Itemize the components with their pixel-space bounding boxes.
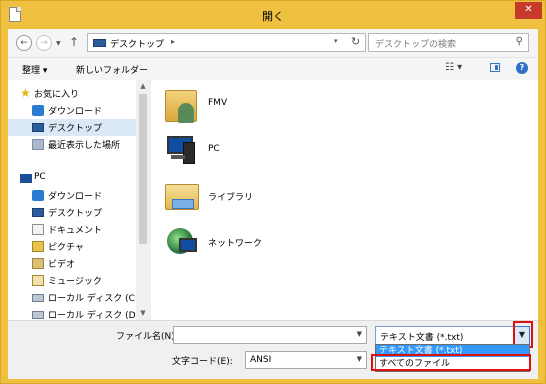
change-view-button[interactable]: ☷ ▾ — [445, 62, 462, 73]
preview-pane-icon[interactable] — [490, 63, 500, 72]
nav-favorites[interactable]: ★ お気に入り — [8, 85, 136, 102]
nav-pictures[interactable]: ピクチャ — [8, 238, 136, 255]
item-label: PC — [208, 144, 220, 154]
network-icon — [165, 224, 201, 260]
filetype-selected: テキスト文書 (*.txt) — [380, 333, 464, 343]
dialog-client: ← → ▼ ↑ デスクトップ ▸ ▾ ↻ デスクトップの検索 ⚲ 整理 ▾ 新し… — [8, 29, 538, 379]
nav-recent-places[interactable]: 最近表示した場所 — [8, 136, 136, 153]
help-icon[interactable]: ? — [516, 62, 528, 74]
nav-label: PC — [34, 172, 46, 182]
scroll-down-icon[interactable]: ▼ — [136, 309, 150, 317]
list-item-libraries[interactable]: ライブラリ — [165, 178, 365, 222]
downloads-icon — [32, 190, 44, 201]
music-icon — [32, 275, 44, 286]
close-button[interactable]: ✕ — [515, 2, 542, 19]
address-row: ← → ▼ ↑ デスクトップ ▸ ▾ ↻ デスクトップの検索 ⚲ — [8, 29, 538, 57]
desktop-icon — [32, 123, 44, 132]
nav-label: 最近表示した場所 — [48, 141, 121, 151]
navigation-pane: ★ お気に入り ダウンロード デスクトップ 最近表示した場所 PC ダウンロード… — [8, 80, 150, 320]
user-folder-icon — [165, 90, 197, 123]
videos-icon — [32, 258, 44, 269]
search-input[interactable]: デスクトップの検索 ⚲ — [368, 33, 529, 52]
chevron-down-icon[interactable]: ▼ — [357, 355, 362, 363]
drive-icon — [32, 311, 44, 319]
recent-places-icon — [32, 139, 44, 150]
nav-label: ローカル ディスク (C:) — [48, 294, 142, 304]
pc-icon — [20, 174, 32, 183]
nav-label: ダウンロード — [48, 192, 103, 202]
nav-label: ビデオ — [48, 260, 76, 270]
item-label: ネットワーク — [208, 239, 263, 249]
highlight-box-all-files — [371, 354, 531, 371]
nav-downloads[interactable]: ダウンロード — [8, 102, 136, 119]
back-button[interactable]: ← — [16, 35, 32, 51]
star-icon: ★ — [20, 86, 31, 100]
command-bar: 整理 ▾ 新しいフォルダー ☷ ▾ ? — [8, 57, 538, 81]
drive-icon — [32, 294, 44, 302]
open-dialog: 開く ✕ ← → ▼ ↑ デスクトップ ▸ ▾ ↻ デスクトップの検索 ⚲ 整理… — [0, 0, 546, 384]
item-label: ライブラリ — [208, 193, 254, 203]
nav-music[interactable]: ミュージック — [8, 272, 136, 289]
refresh-icon[interactable]: ↻ — [351, 35, 360, 48]
address-path[interactable]: デスクトップ — [110, 37, 164, 50]
item-label: FMV — [208, 98, 228, 108]
nav-pc[interactable]: PC — [8, 170, 136, 187]
desktop-folder-icon — [93, 39, 106, 47]
search-placeholder: デスクトップの検索 — [375, 40, 457, 50]
desktop-icon — [32, 208, 44, 217]
computer-icon — [165, 132, 201, 168]
address-dropdown-icon[interactable]: ▾ — [334, 37, 338, 45]
libraries-icon — [165, 178, 201, 214]
nav-label: ドキュメント — [48, 226, 103, 236]
dialog-title: 開く — [262, 10, 284, 23]
new-folder-button[interactable]: 新しいフォルダー — [76, 63, 148, 76]
nav-label: お気に入り — [34, 90, 80, 100]
nav-label: ミュージック — [48, 277, 102, 287]
breadcrumb-chevron-icon[interactable]: ▸ — [171, 37, 175, 46]
nav-label: ローカル ディスク (D:) — [48, 311, 143, 320]
up-button[interactable]: ↑ — [69, 35, 79, 49]
scrollbar-thumb[interactable] — [139, 94, 147, 244]
nav-label: デスクトップ — [48, 209, 103, 219]
downloads-icon — [32, 105, 44, 116]
nav-documents[interactable]: ドキュメント — [8, 221, 136, 238]
pictures-icon — [32, 241, 44, 252]
list-item-network[interactable]: ネットワーク — [165, 224, 365, 268]
nav-label: デスクトップ — [48, 124, 103, 134]
nav-drive-c[interactable]: ローカル ディスク (C:) — [8, 289, 141, 306]
dialog-footer: ファイル名(N): ▼ テキスト文書 (*.txt) ▼ テキスト文書 (*.t… — [8, 320, 538, 379]
nav-label: ピクチャ — [48, 243, 84, 253]
scroll-up-icon[interactable]: ▲ — [136, 82, 150, 90]
nav-videos[interactable]: ビデオ — [8, 255, 136, 272]
organize-button[interactable]: 整理 ▾ — [22, 63, 47, 76]
address-bar[interactable]: デスクトップ ▸ ▾ ↻ — [87, 33, 366, 52]
list-item-fmv[interactable]: FMV — [165, 86, 365, 130]
nav-scrollbar[interactable]: ▲ ▼ — [136, 80, 150, 320]
file-list: FMV PC ライブラリ ネットワーク — [151, 80, 538, 320]
nav-pc-desktop[interactable]: デスクトップ — [8, 204, 136, 221]
encoding-value: ANSI — [250, 355, 272, 365]
filetype-select[interactable]: テキスト文書 (*.txt) ▼ — [375, 326, 530, 345]
nav-label: ダウンロード — [48, 107, 103, 117]
filename-label: ファイル名(N): — [116, 332, 178, 342]
list-item-pc[interactable]: PC — [165, 132, 365, 176]
encoding-label: 文字コード(E): — [172, 357, 233, 367]
nav-pc-downloads[interactable]: ダウンロード — [8, 187, 136, 204]
search-icon[interactable]: ⚲ — [516, 36, 523, 47]
documents-icon — [32, 224, 44, 235]
encoding-select[interactable]: ANSI ▼ — [245, 351, 367, 369]
filename-field[interactable]: ▼ — [173, 326, 367, 344]
recent-locations-button[interactable]: ▼ — [56, 40, 61, 47]
nav-desktop[interactable]: デスクトップ — [8, 119, 136, 136]
chevron-down-icon[interactable]: ▼ — [357, 330, 362, 338]
title-bar: 開く ✕ — [1, 1, 545, 29]
forward-button[interactable]: → — [36, 35, 52, 51]
nav-drive-d[interactable]: ローカル ディスク (D:) — [8, 306, 142, 320]
